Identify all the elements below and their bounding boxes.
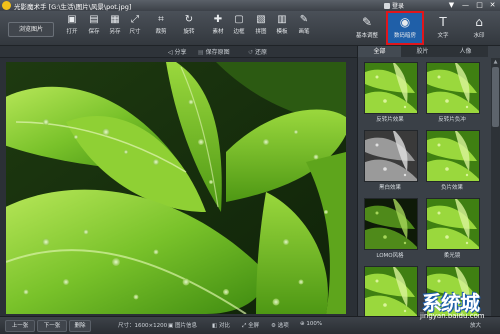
camera-icon: ◉ [399,15,411,29]
border-button[interactable]: ▢ 边框 [228,14,250,35]
effect-item[interactable]: 黑白效果 [364,130,418,192]
collage-button[interactable]: ▧ 拼图 [250,14,272,35]
save-original-button[interactable]: ▤ 保存原图 [198,47,230,56]
effect-item[interactable]: 柔光镜 [426,198,480,260]
main-toolbar: 浏览图片 ▣ 打开 ▤ 保存 ▦ 另存 ⤢ 尺寸 ⌗ 裁剪 ↻ 旋转 ✚ 素材 ▢ 边框 ▧ 拼图… [0,11,500,46]
folder-open-icon: ▣ [67,14,77,25]
open-button[interactable]: ▣ 打开 [61,14,83,35]
template-icon: ▥ [277,14,287,25]
rotate-button[interactable]: ↻ 旋转 [178,14,200,35]
effects-tabs: 全部 胶片 人像 [358,46,488,57]
adjust-icon: ✎ [361,15,373,29]
zoom-readout[interactable]: ⊕ 100% [300,321,322,327]
effect-item[interactable]: 反转片效果 [364,62,418,124]
brush-button[interactable]: ✎ 画笔 [293,14,315,35]
image-size-text: 尺寸：1600×1200 [118,323,168,329]
brush-icon: ✎ [299,14,309,25]
effect-label: 黑白效果 [378,185,401,191]
maximize-icon[interactable]: □ [473,0,486,10]
menu-icon[interactable]: ▼ [445,0,458,10]
effect-item[interactable]: 负片效果 [426,130,480,192]
rotate-icon: ↻ [184,14,194,25]
effects-grid: 反转片效果 反转片负冲黑白效果 负片效果 LOMO风格 柔光镜 [358,58,488,316]
effect-label: 反转片负冲 [438,117,466,123]
effect-thumbnail[interactable] [426,198,480,250]
watermark-button[interactable]: ⌂ 水印 [462,13,496,43]
text-icon: T [439,15,447,29]
image-info-button[interactable]: ▣ 图片信息 [168,321,197,329]
effect-item[interactable]: LOMO风格 [364,198,418,260]
effect-thumbnail[interactable] [364,62,418,114]
close-icon[interactable]: ✕ [486,0,499,10]
tab-all[interactable]: 全部 [358,46,401,57]
site-watermark: 系统城 jingyan.baidu.com [408,287,500,331]
save-button[interactable]: ▤ 保存 [83,14,105,35]
effect-thumbnail[interactable] [364,130,418,182]
template-button[interactable]: ▥ 模板 [271,14,293,35]
leaf-photo [6,62,346,314]
effect-label: 负片效果 [440,185,463,191]
crop-icon: ⌗ [158,14,164,25]
browse-images-button[interactable]: 浏览图片 [8,22,54,37]
resize-button[interactable]: ⤢ 尺寸 [124,14,146,35]
tab-film[interactable]: 胶片 [401,46,444,57]
effect-thumbnail[interactable] [426,130,480,182]
effect-thumbnail[interactable] [426,62,480,114]
sub-toolbar: ◁ 分享 ▤ 保存原图 ↺ 还原 [0,46,357,58]
effect-label: 反转片效果 [376,117,404,123]
material-icon: ✚ [213,14,223,25]
save-icon: ▤ [89,14,99,25]
app-logo-icon [2,1,11,10]
collage-icon: ▧ [256,14,266,25]
effect-item[interactable]: 反转片负冲 [426,62,480,124]
options-button[interactable]: ⚙ 选项 [271,321,289,329]
border-icon: ▢ [234,14,244,25]
text-button[interactable]: T 文字 [426,13,460,43]
effect-label: LOMO风格 [376,253,404,259]
delete-button[interactable]: 删除 [69,320,91,332]
save-as-icon: ▦ [110,14,120,25]
minimize-icon[interactable]: — [459,0,472,10]
scroll-thumb[interactable] [492,67,499,127]
photo-canvas[interactable] [6,62,346,314]
save-as-button[interactable]: ▦ 另存 [104,14,126,35]
resize-icon: ⤢ [131,14,139,25]
tab-portrait[interactable]: 人像 [444,46,487,57]
prev-image-button[interactable]: 上一张 [5,320,35,332]
effects-panel: 全部 胶片 人像 反转片效果 反转片负冲黑白效果 负片效果 LOMO风格 柔光镜 ▲ [357,46,500,316]
compare-button[interactable]: ◧ 对比 [212,321,230,329]
material-button[interactable]: ✚ 素材 [207,14,229,35]
watermark-url: jingyan.baidu.com [420,312,485,320]
title-bar: 光影魔术手 [G:\生活\图片\风景\pot.jpg] 登录 ▼ — □ ✕ [0,0,500,11]
darkroom-button[interactable]: ◉ 数码暗房 [386,11,424,45]
effect-thumbnail[interactable] [364,198,418,250]
login-button[interactable]: 登录 [384,1,404,10]
effects-scrollbar[interactable]: ▲ [491,58,500,316]
share-button[interactable]: ◁ 分享 [168,47,187,56]
watermark-icon: ⌂ [475,15,483,29]
basic-adjust-button[interactable]: ✎ 基本调整 [350,13,384,43]
next-image-button[interactable]: 下一张 [37,320,67,332]
crop-button[interactable]: ⌗ 裁剪 [150,14,172,35]
fullscreen-button[interactable]: ⤢ 全屏 [242,321,259,330]
window-title: 光影魔术手 [G:\生活\图片\风景\pot.jpg] [14,3,132,11]
restore-button[interactable]: ↺ 还原 [248,47,267,56]
effect-label: 柔光镜 [443,253,461,259]
scroll-up-icon[interactable]: ▲ [491,58,500,66]
